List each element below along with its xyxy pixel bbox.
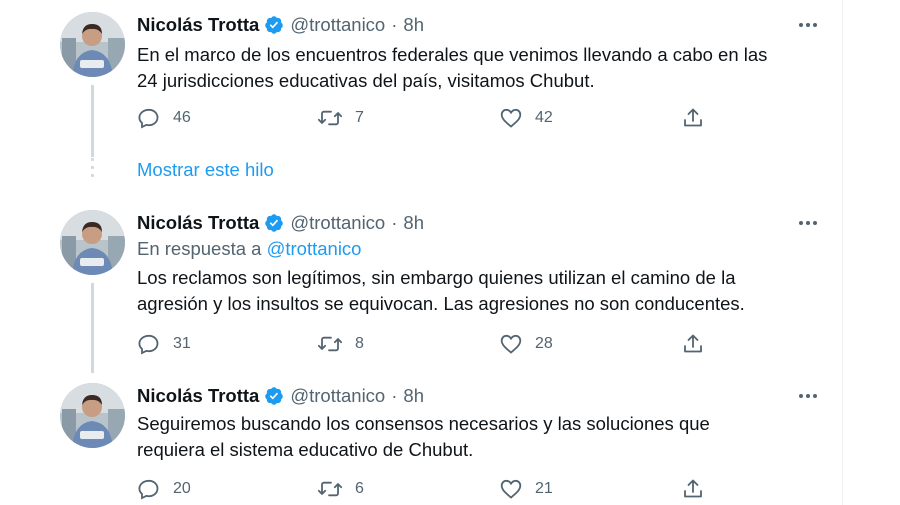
tweet[interactable]: Nicolás Trotta @trottanico · 8h En el ma… (0, 12, 843, 157)
verified-badge-icon (264, 386, 284, 406)
like-button[interactable]: 42 (499, 106, 553, 130)
thread-gap-dots (91, 158, 94, 177)
reply-bubble-icon (138, 479, 159, 500)
retweet-button[interactable]: 7 (317, 106, 364, 130)
retweet-count: 8 (355, 335, 364, 352)
heart-icon (500, 334, 522, 354)
share-icon (684, 108, 702, 127)
share-button[interactable] (681, 332, 705, 356)
like-count: 21 (535, 480, 553, 497)
more-horizontal-icon[interactable] (792, 16, 824, 34)
show-thread-link[interactable]: Mostrar este hilo (137, 159, 274, 181)
tweet-header: Nicolás Trotta @trottanico · 8h (137, 14, 424, 36)
tweet-text: Seguiremos buscando los consensos necesa… (137, 413, 710, 460)
like-button[interactable]: 21 (499, 477, 553, 501)
like-count: 28 (535, 335, 553, 352)
author-handle[interactable]: @trottanico (290, 212, 385, 234)
tweet-actions: 46 7 42 (137, 106, 737, 130)
author-name[interactable]: Nicolás Trotta (137, 212, 259, 234)
separator-dot: · (391, 212, 398, 233)
timestamp[interactable]: 8h (403, 385, 424, 407)
verified-badge-icon (264, 213, 284, 233)
reply-prefix: En respuesta a (137, 238, 262, 259)
reply-button[interactable]: 46 (137, 106, 191, 130)
verified-badge-icon (264, 15, 284, 35)
retweet-icon (317, 481, 343, 497)
tweet[interactable]: Nicolás Trotta @trottanico · 8h En respu… (0, 210, 843, 373)
reply-count: 31 (173, 335, 191, 352)
tweet-actions: 20 6 21 (137, 477, 737, 501)
reply-count: 46 (173, 109, 191, 126)
thread-connector-line (91, 283, 94, 373)
reply-count: 20 (173, 480, 191, 497)
reply-bubble-icon (138, 108, 159, 129)
thread-connector-line (91, 85, 94, 157)
heart-icon (500, 108, 522, 128)
like-count: 42 (535, 109, 553, 126)
avatar[interactable] (60, 12, 125, 77)
avatar[interactable] (60, 210, 125, 275)
author-name[interactable]: Nicolás Trotta (137, 385, 259, 407)
author-name[interactable]: Nicolás Trotta (137, 14, 259, 36)
reply-handle-link[interactable]: @trottanico (267, 238, 362, 259)
author-handle[interactable]: @trottanico (290, 385, 385, 407)
author-handle[interactable]: @trottanico (290, 14, 385, 36)
share-icon (684, 334, 702, 353)
more-horizontal-icon[interactable] (792, 387, 824, 405)
retweet-count: 7 (355, 109, 364, 126)
retweet-button[interactable]: 8 (317, 332, 364, 356)
retweet-button[interactable]: 6 (317, 477, 364, 501)
separator-dot: · (391, 14, 398, 35)
share-button[interactable] (681, 106, 705, 130)
reply-button[interactable]: 31 (137, 332, 191, 356)
retweet-icon (317, 110, 343, 126)
tweet-actions: 31 8 28 (137, 332, 737, 356)
reply-context: En respuesta a @trottanico (137, 238, 361, 260)
tweet[interactable]: Nicolás Trotta @trottanico · 8h Seguirem… (0, 383, 843, 501)
avatar[interactable] (60, 383, 125, 448)
more-horizontal-icon[interactable] (792, 214, 824, 232)
reply-bubble-icon (138, 334, 159, 355)
tweet-text: Los reclamos son legítimos, sin embargo … (137, 267, 745, 314)
retweet-count: 6 (355, 480, 364, 497)
share-icon (684, 479, 702, 498)
tweet-header: Nicolás Trotta @trottanico · 8h (137, 212, 424, 234)
tweet-header: Nicolás Trotta @trottanico · 8h (137, 385, 424, 407)
tweet-text: En el marco de los encuentros federales … (137, 44, 768, 91)
share-button[interactable] (681, 477, 705, 501)
timestamp[interactable]: 8h (403, 14, 424, 36)
like-button[interactable]: 28 (499, 332, 553, 356)
retweet-icon (317, 336, 343, 352)
heart-icon (500, 479, 522, 499)
timestamp[interactable]: 8h (403, 212, 424, 234)
timeline: Nicolás Trotta @trottanico · 8h En el ma… (0, 0, 843, 505)
reply-button[interactable]: 20 (137, 477, 191, 501)
separator-dot: · (391, 385, 398, 406)
